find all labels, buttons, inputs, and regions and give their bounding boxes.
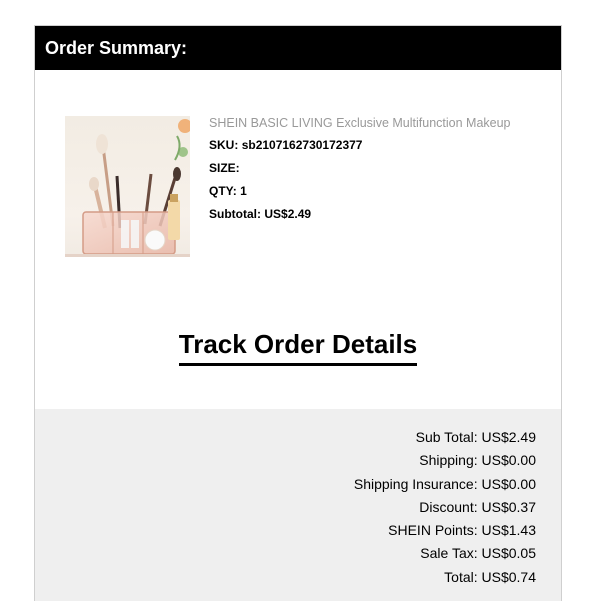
product-size: SIZE: — [209, 161, 549, 175]
product-name[interactable]: SHEIN BASIC LIVING Exclusive Multifuncti… — [209, 116, 549, 130]
totals-label: SHEIN Points: — [388, 522, 478, 539]
qty-label: QTY: — [209, 184, 237, 198]
product-qty: QTY: 1 — [209, 184, 549, 198]
track-order-details-link[interactable]: Track Order Details — [178, 328, 418, 366]
totals-label: Sub Total: — [415, 429, 478, 445]
product-details: SHEIN BASIC LIVING Exclusive Multifuncti… — [209, 116, 549, 230]
totals-row-subtotal: Sub Total: US$2.49 — [354, 428, 536, 451]
totals-value: US$2.49 — [481, 429, 536, 445]
totals-value: US$1.43 — [481, 522, 536, 539]
totals-row-shipping: Shipping: US$0.00 — [354, 451, 536, 474]
totals-row-total: Total: US$0.74 — [354, 568, 536, 591]
totals-row-discount: Discount: US$0.37 — [354, 498, 536, 521]
totals-value: US$0.37 — [481, 498, 536, 515]
subtotal-value: US$2.49 — [264, 207, 312, 221]
size-label: SIZE: — [209, 161, 240, 175]
totals-value: US$0.05 — [481, 545, 536, 562]
totals-value: US$0.00 — [481, 475, 536, 492]
order-summary-card: Order Summary: SHEIN BASIC LIVING Exclus… — [34, 25, 562, 601]
totals-label: Sale Tax: — [420, 545, 478, 562]
product-subtotal: Subtotal: US$2.49 — [209, 207, 549, 221]
order-totals-panel: Sub Total: US$2.49 Shipping: US$0.00 Shi… — [35, 409, 561, 601]
totals-value: US$0.00 — [481, 452, 536, 469]
totals-row-shein-points: SHEIN Points: US$1.43 — [354, 521, 536, 544]
totals-label: Discount: — [419, 498, 478, 515]
totals-row-sale-tax: Sale Tax: US$0.05 — [354, 544, 536, 567]
sku-value: sb2107162730172377 — [241, 138, 363, 152]
totals-label: Shipping Insurance: — [353, 475, 478, 492]
track-section: Track Order Details — [35, 328, 561, 366]
product-sku: SKU: sb2107162730172377 — [209, 138, 549, 152]
totals-label: Total: — [444, 568, 478, 585]
totals-value: US$0.74 — [481, 568, 536, 585]
sku-label: SKU: — [209, 138, 239, 152]
product-image[interactable] — [65, 116, 190, 282]
totals-row-shipping-insurance: Shipping Insurance: US$0.00 — [354, 475, 536, 498]
totals-label: Shipping: — [419, 452, 478, 469]
order-summary-title: Order Summary: — [35, 26, 561, 70]
totals-list: Sub Total: US$2.49 Shipping: US$0.00 Shi… — [354, 428, 536, 591]
qty-value: 1 — [240, 184, 247, 198]
subtotal-label: Subtotal: — [209, 207, 261, 221]
